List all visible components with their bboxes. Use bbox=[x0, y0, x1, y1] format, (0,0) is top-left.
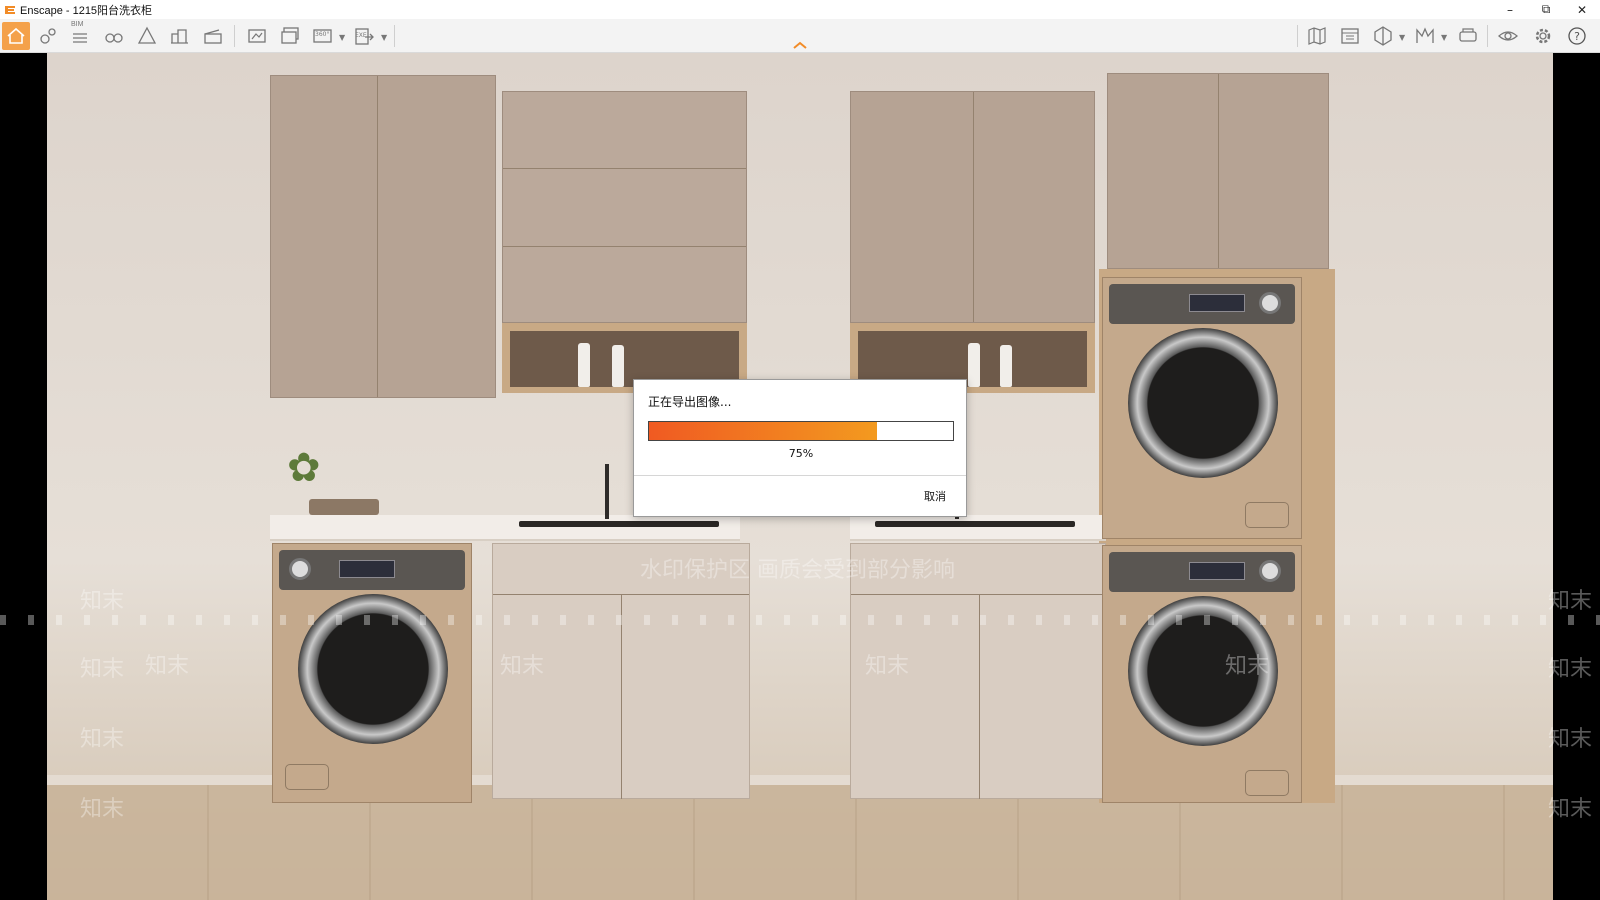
watermark-brand: 知末 bbox=[1548, 727, 1593, 752]
help-icon: ? bbox=[1568, 27, 1586, 45]
dialog-title: 正在导出图像... bbox=[648, 395, 732, 409]
section-icon bbox=[1374, 26, 1392, 46]
watermark-brand: 知末 bbox=[80, 657, 125, 682]
section-button[interactable] bbox=[1369, 22, 1397, 50]
asset-library-button[interactable] bbox=[133, 22, 161, 50]
window-controls: – ⧉ ✕ bbox=[1492, 0, 1600, 19]
title-bar: Enscape - 1215阳台洗衣柜 – ⧉ ✕ bbox=[0, 0, 1600, 19]
map-pin-icon bbox=[40, 28, 56, 44]
bim-button[interactable]: BIM bbox=[66, 21, 94, 50]
bim-list-icon bbox=[73, 33, 87, 43]
watermark-brand: 知末 bbox=[500, 654, 545, 679]
views-button[interactable] bbox=[34, 22, 62, 50]
buildings-icon bbox=[171, 29, 188, 44]
toolbar-separator bbox=[1487, 25, 1488, 47]
watermark-brand: 知末 bbox=[80, 727, 125, 752]
map-icon bbox=[1308, 27, 1326, 45]
vr-headset-icon bbox=[1459, 28, 1477, 42]
progress-percent: 75% bbox=[788, 447, 814, 460]
panorama-dropdown-icon[interactable]: ▼ bbox=[339, 33, 345, 42]
watermark-brand: 知末 bbox=[865, 654, 910, 679]
svg-text:?: ? bbox=[1574, 30, 1580, 43]
faucet-left bbox=[605, 464, 609, 519]
watermark-protected-text: 水印保护区 画质会受到部分影响 bbox=[640, 558, 955, 583]
clapper-icon bbox=[204, 29, 222, 44]
sink-left bbox=[519, 521, 719, 527]
close-icon: ✕ bbox=[1576, 2, 1588, 17]
batch-render-icon bbox=[281, 27, 299, 44]
washer-bottom-left bbox=[272, 543, 472, 803]
visual-settings-icon bbox=[1498, 31, 1518, 41]
section-dropdown-icon[interactable]: ▼ bbox=[1399, 33, 1405, 42]
binoculars-button[interactable] bbox=[100, 22, 128, 50]
bim-label: BIM bbox=[71, 21, 84, 28]
plant: ✿ bbox=[287, 445, 321, 491]
watermark-brand: 知末 bbox=[80, 589, 125, 614]
atmosphere-button[interactable] bbox=[1411, 22, 1439, 50]
video-editor-button[interactable] bbox=[199, 22, 227, 50]
upper-cabinet-left bbox=[270, 75, 496, 398]
decor-tray bbox=[309, 499, 379, 515]
toolbar-separator bbox=[394, 25, 395, 47]
export-progress-bar bbox=[648, 421, 954, 441]
help-button[interactable]: ? bbox=[1563, 22, 1591, 50]
buildings-button[interactable] bbox=[166, 22, 194, 50]
washer-bottom-right bbox=[1102, 545, 1302, 803]
toolbar-separator bbox=[1297, 25, 1298, 47]
minimize-icon: – bbox=[1507, 2, 1513, 17]
export-button[interactable]: EXE bbox=[350, 22, 378, 50]
map-button[interactable] bbox=[1303, 22, 1331, 50]
export-label: EXE bbox=[355, 32, 367, 39]
watermark-brand: 知末 bbox=[1548, 589, 1593, 614]
atmosphere-icon bbox=[1416, 27, 1434, 43]
toolbar-separator bbox=[234, 25, 235, 47]
upper-cabinet-center-left bbox=[502, 91, 747, 323]
export-dropdown-icon[interactable]: ▼ bbox=[381, 33, 387, 42]
watermark-brand: 知末 bbox=[1548, 797, 1593, 822]
upper-cabinet-right bbox=[1107, 73, 1329, 269]
watermark-diamond-row bbox=[0, 615, 1600, 625]
countertop-left bbox=[270, 515, 740, 541]
screenshot-icon bbox=[248, 29, 266, 43]
batch-render-button[interactable] bbox=[276, 22, 304, 50]
dialog-divider bbox=[634, 475, 966, 476]
visual-settings-button[interactable] bbox=[1494, 22, 1522, 50]
export-progress-dialog: 正在导出图像... 75% 取消 bbox=[633, 379, 967, 517]
home-icon bbox=[7, 27, 25, 44]
material-editor-icon bbox=[1341, 28, 1359, 44]
upper-cabinet-center-right bbox=[850, 91, 1095, 323]
panorama-button[interactable]: 360° bbox=[309, 22, 337, 50]
minimize-button[interactable]: – bbox=[1492, 0, 1528, 19]
watermark-brand: 知末 bbox=[145, 654, 190, 679]
cancel-button[interactable]: 取消 bbox=[924, 488, 946, 504]
restore-icon: ⧉ bbox=[1541, 2, 1551, 16]
atmosphere-dropdown-icon[interactable]: ▼ bbox=[1441, 33, 1447, 42]
restore-button[interactable]: ⧉ bbox=[1528, 0, 1564, 19]
progress-fill bbox=[649, 422, 877, 440]
settings-button[interactable] bbox=[1529, 22, 1557, 50]
countertop-right bbox=[850, 515, 1106, 541]
binoculars-icon bbox=[105, 33, 123, 43]
panorama-label: 360° bbox=[315, 31, 330, 38]
collapse-toolbar-chevron-icon[interactable] bbox=[792, 40, 808, 50]
vr-button[interactable] bbox=[1454, 22, 1482, 50]
close-button[interactable]: ✕ bbox=[1564, 0, 1600, 19]
home-button[interactable] bbox=[2, 22, 30, 50]
watermark-brand: 知末 bbox=[80, 797, 125, 822]
window-title: Enscape - 1215阳台洗衣柜 bbox=[20, 4, 153, 17]
screenshot-button[interactable] bbox=[243, 22, 271, 50]
watermark-brand: 知末 bbox=[1548, 657, 1593, 682]
settings-gear-icon bbox=[1535, 28, 1551, 44]
enscape-logo-icon bbox=[5, 5, 15, 14]
dryer-top-right bbox=[1102, 277, 1302, 539]
asset-library-icon bbox=[137, 26, 157, 44]
watermark-brand: 知末 bbox=[1225, 654, 1270, 679]
material-editor-button[interactable] bbox=[1336, 22, 1364, 50]
sink-right bbox=[875, 521, 1075, 527]
